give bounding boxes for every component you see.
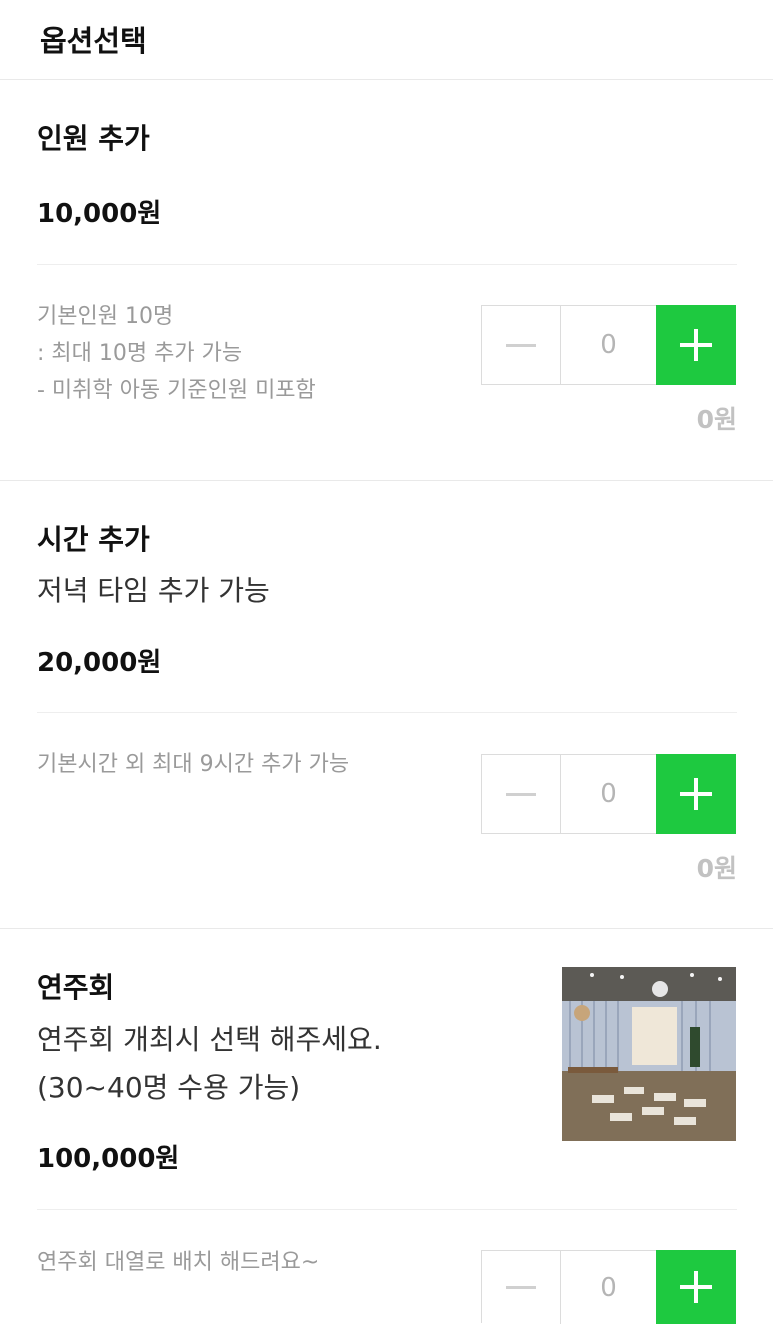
description-line: 기본인원 10명 (37, 304, 174, 329)
quantity-value[interactable]: 0 (561, 755, 657, 833)
option-subtitle: 저녁 타임 추가 가능 (37, 574, 270, 607)
option-title: 인원 추가 (37, 122, 150, 155)
increment-button[interactable] (656, 754, 736, 834)
description-line: 기본시간 외 최대 9시간 추가 가능 (37, 752, 350, 777)
section-divider (0, 928, 773, 929)
page-title: 옵션선택 (40, 24, 147, 58)
subtitle-line: 연주회 개최시 선택 해주세요. (37, 1023, 382, 1056)
option-description: 기본시간 외 최대 9시간 추가 가능 (37, 746, 349, 783)
option-subtitle: 연주회 개최시 선택 해주세요. (30~40명 수용 가능) (37, 1016, 382, 1112)
option-price: 10,000원 (37, 199, 162, 229)
decrement-button[interactable] (482, 306, 561, 384)
quantity-stepper: 0 (481, 305, 736, 385)
venue-photo[interactable] (562, 967, 736, 1141)
description-line: - 미취학 아동 기준인원 미포함 (37, 378, 316, 403)
page-header: 옵션선택 (0, 0, 773, 80)
minus-icon (505, 1286, 536, 1289)
option-price: 100,000원 (37, 1144, 180, 1174)
decrement-button[interactable] (482, 755, 561, 833)
description-line: 연주회 대열로 배치 해드려요~ (37, 1250, 320, 1275)
quantity-value[interactable]: 0 (561, 306, 657, 384)
quantity-stepper: 0 (481, 1250, 736, 1324)
option-title: 연주회 (37, 971, 115, 1004)
minus-icon (505, 792, 536, 796)
minus-icon (505, 343, 536, 347)
option-subtotal: 0원 (696, 854, 737, 883)
option-title: 시간 추가 (37, 523, 150, 556)
quantity-stepper: 0 (481, 754, 736, 834)
subtitle-line: (30~40명 수용 가능) (37, 1071, 301, 1104)
quantity-value[interactable]: 0 (561, 1251, 657, 1324)
description-line: : 최대 10명 추가 가능 (37, 341, 243, 366)
option-description: 기본인원 10명 : 최대 10명 추가 가능 - 미취학 아동 기준인원 미포… (37, 298, 316, 409)
divider (37, 712, 737, 713)
divider (37, 264, 737, 265)
increment-button[interactable] (656, 305, 736, 385)
decrement-button[interactable] (482, 1251, 561, 1324)
section-divider (0, 480, 773, 481)
venue-photo-image (562, 967, 736, 1141)
divider (37, 1209, 737, 1210)
option-subtotal: 0원 (696, 405, 737, 434)
option-price: 20,000원 (37, 648, 162, 678)
increment-button[interactable] (656, 1250, 736, 1324)
option-description: 연주회 대열로 배치 해드려요~ (37, 1244, 319, 1281)
